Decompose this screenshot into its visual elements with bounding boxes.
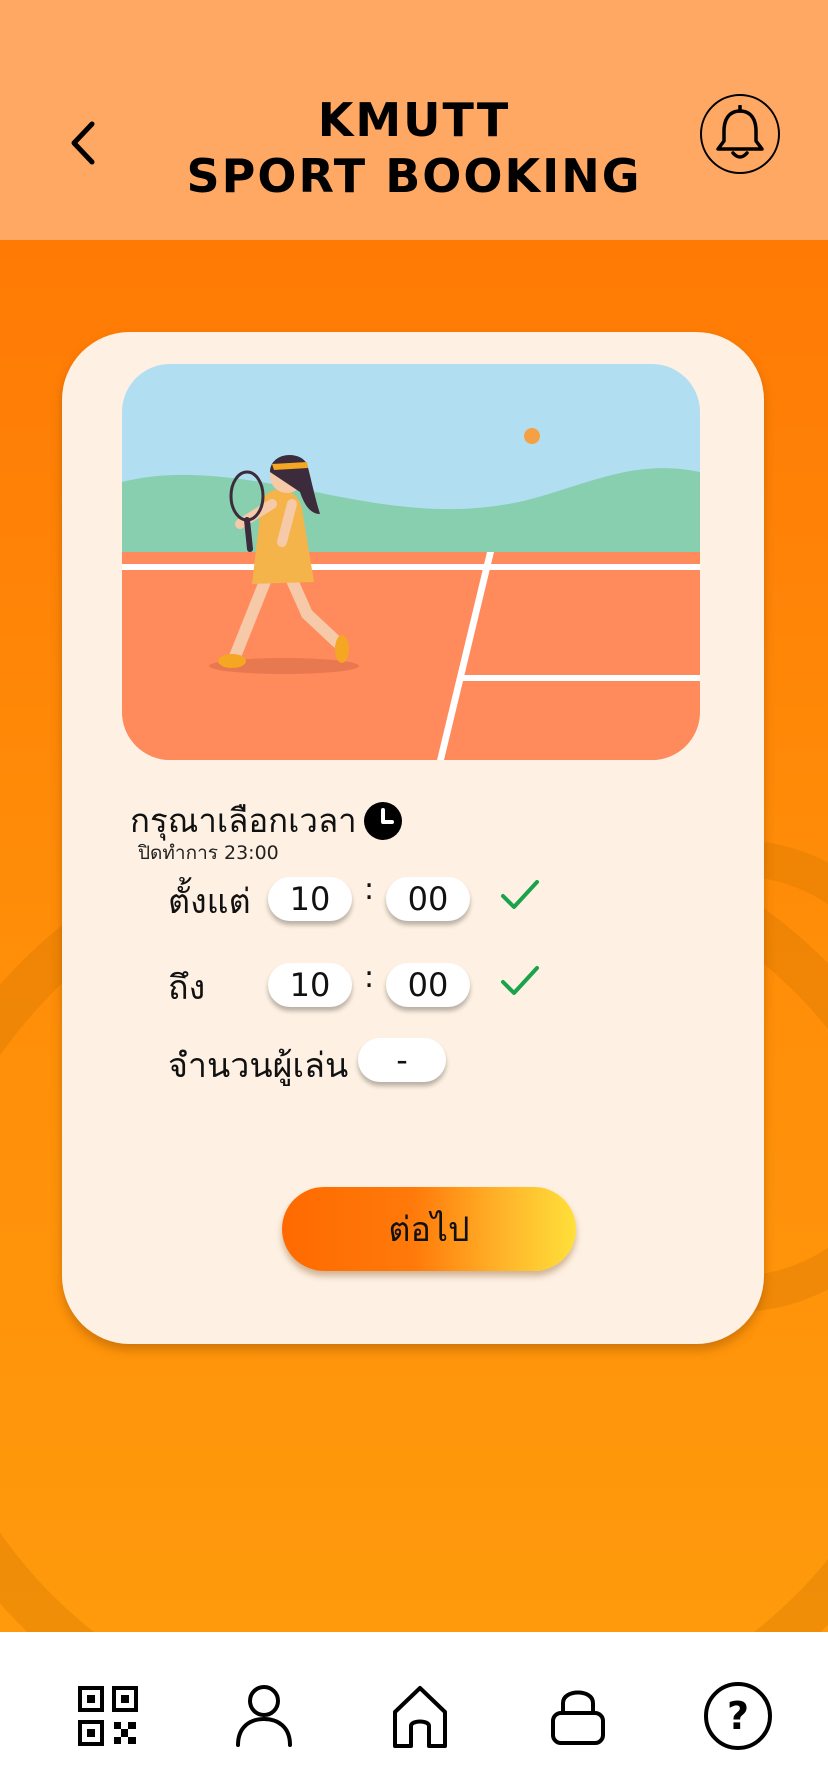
help-icon: ? <box>704 1682 772 1750</box>
page-title: KMUTT SPORT BOOKING <box>120 92 708 204</box>
nav-help-button[interactable]: ? <box>698 1676 778 1756</box>
nav-profile-button[interactable] <box>224 1676 304 1756</box>
nav-home-button[interactable] <box>380 1676 460 1756</box>
closing-time: ปิดทำการ 23:00 <box>138 842 279 864</box>
home-icon <box>393 1686 447 1748</box>
svg-text:?: ? <box>727 1694 749 1738</box>
nav-lock-button[interactable] <box>538 1676 618 1756</box>
bottom-navigation: ? <box>0 1632 828 1792</box>
to-hour-input[interactable]: 10 <box>268 963 352 1007</box>
app-header: KMUTT SPORT BOOKING <box>0 0 828 240</box>
back-button[interactable] <box>58 110 108 176</box>
lock-icon <box>551 1690 605 1745</box>
clock-icon <box>363 801 402 840</box>
to-label: ถึง <box>168 968 206 1008</box>
from-label: ตั้งแต่ <box>168 882 251 922</box>
next-button[interactable]: ต่อไป <box>282 1187 576 1271</box>
title-line-2: SPORT BOOKING <box>186 149 642 203</box>
check-icon <box>501 880 539 909</box>
check-icon <box>501 966 539 995</box>
from-minute-input[interactable]: 00 <box>386 877 470 921</box>
booking-card: กรุณาเลือกเวลา ปิดทำการ 23:00 ตั้งแต่ 10… <box>62 332 764 1344</box>
players-select[interactable]: - <box>358 1038 446 1082</box>
players-label: จำนวนผู้เล่น <box>168 1046 349 1086</box>
user-icon <box>236 1685 292 1747</box>
bell-icon <box>716 105 764 159</box>
to-minute-input[interactable]: 00 <box>386 963 470 1007</box>
nav-qr-button[interactable] <box>68 1676 148 1756</box>
notification-button[interactable] <box>700 94 780 174</box>
from-hour-input[interactable]: 10 <box>268 877 352 921</box>
title-line-1: KMUTT <box>317 93 511 147</box>
chevron-left-icon <box>71 121 95 165</box>
time-separator: : <box>364 960 375 995</box>
qr-code-icon <box>78 1686 138 1746</box>
time-separator: : <box>364 872 375 907</box>
tennis-illustration <box>122 364 700 760</box>
